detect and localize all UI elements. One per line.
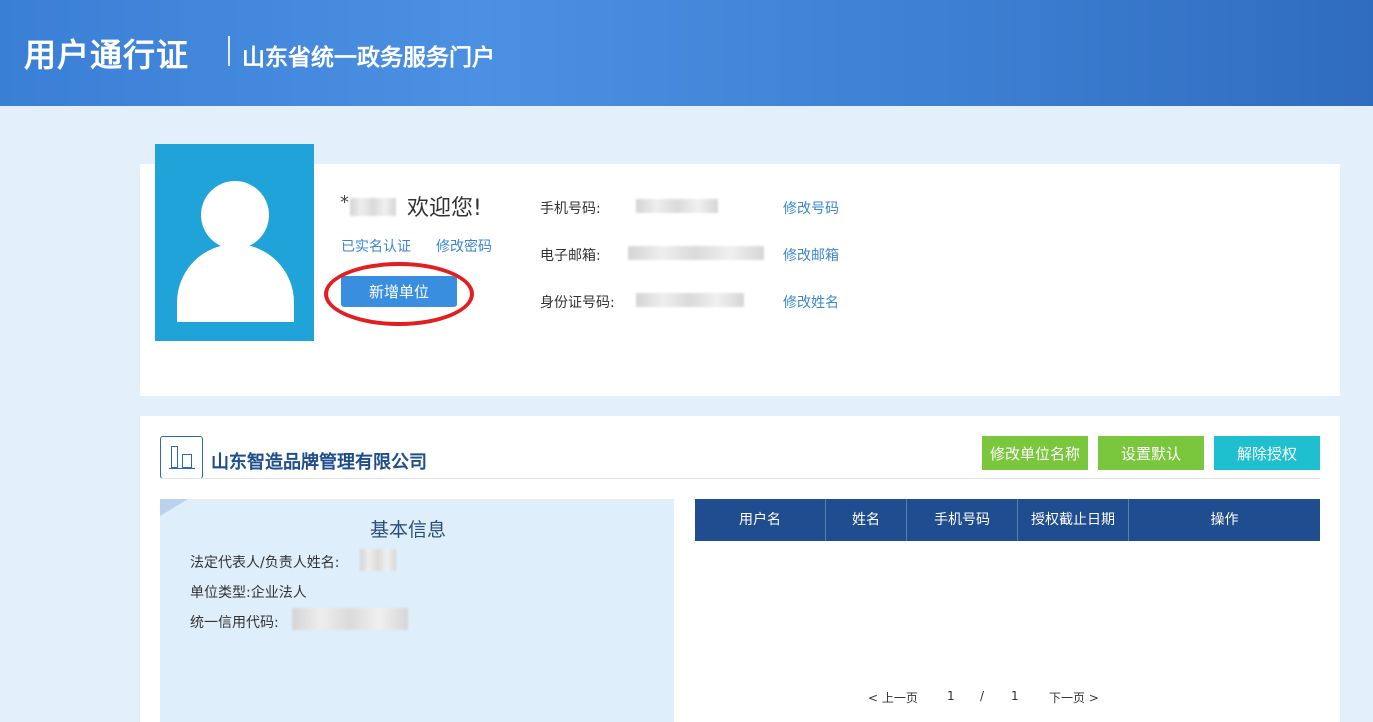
top-header: 用户通行证 山东省统一政务服务门户 <box>0 0 1373 106</box>
col-phone[interactable]: 手机号码 <box>907 499 1018 541</box>
avatar-icon <box>155 144 314 341</box>
avatar-head <box>201 181 269 249</box>
rename-org-button[interactable]: 修改单位名称 <box>982 436 1088 470</box>
username-redacted <box>350 198 396 216</box>
avatar-body <box>177 244 294 322</box>
page-separator: / <box>980 689 985 703</box>
brand-divider <box>228 36 230 66</box>
prev-page-link[interactable]: < 上一页 <box>868 689 918 706</box>
change-name-link[interactable]: 修改姓名 <box>783 292 839 312</box>
building-icon <box>160 436 203 479</box>
change-phone-link[interactable]: 修改号码 <box>783 198 839 218</box>
phone-redacted <box>636 199 718 213</box>
current-page: 1 <box>947 689 955 703</box>
total-pages: 1 <box>1011 689 1019 703</box>
col-expiry[interactable]: 授权截止日期 <box>1018 499 1129 541</box>
change-email-link[interactable]: 修改邮箱 <box>783 245 839 265</box>
col-action[interactable]: 操作 <box>1129 499 1320 541</box>
organization-name: 山东智造品牌管理有限公司 <box>211 452 427 473</box>
org-type-row: 单位类型:企业法人 <box>190 582 307 602</box>
id-label: 身份证号码: <box>540 295 615 311</box>
profile-card <box>140 164 1340 396</box>
portal-subtitle[interactable]: 山东省统一政务服务门户 <box>242 38 495 72</box>
legal-rep-redacted <box>360 549 396 571</box>
org-type-label: 单位类型: <box>190 585 251 601</box>
org-divider <box>160 478 1320 479</box>
credit-code-label: 统一信用代码: <box>190 615 279 631</box>
col-name[interactable]: 姓名 <box>826 499 907 541</box>
verified-link[interactable]: 已实名认证 <box>341 236 411 256</box>
users-table-header: 用户名 姓名 手机号码 授权截止日期 操作 <box>695 499 1320 541</box>
set-default-button[interactable]: 设置默认 <box>1098 436 1204 470</box>
legal-rep-label: 法定代表人/负责人姓名: <box>190 555 340 571</box>
email-redacted <box>628 246 764 260</box>
id-redacted <box>636 293 744 307</box>
email-label: 电子邮箱: <box>540 248 601 264</box>
org-type-value: 企业法人 <box>250 585 307 601</box>
welcome-text: 欢迎您! <box>407 196 482 221</box>
col-username[interactable]: 用户名 <box>695 499 826 541</box>
panel-corner <box>160 499 188 516</box>
brand-title[interactable]: 用户通行证 <box>24 30 189 76</box>
phone-label: 手机号码: <box>540 201 601 217</box>
revoke-authorization-button[interactable]: 解除授权 <box>1214 436 1320 470</box>
basic-info-title: 基本信息 <box>370 519 447 541</box>
highlight-ring <box>324 262 474 326</box>
credit-code-redacted <box>292 608 408 630</box>
next-page-link[interactable]: 下一页 > <box>1049 689 1099 706</box>
change-password-link[interactable]: 修改密码 <box>436 236 492 256</box>
username-prefix: * <box>340 192 349 213</box>
